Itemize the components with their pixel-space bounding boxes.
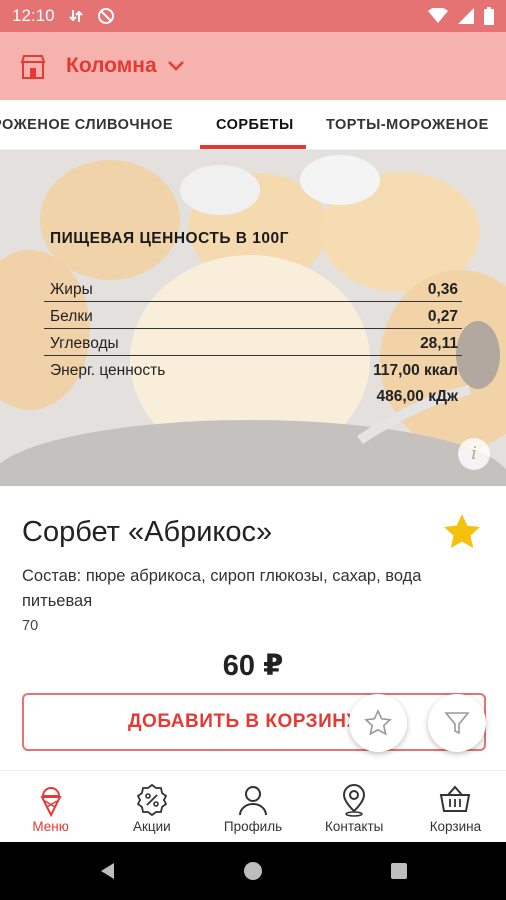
signal-icon [458,8,474,24]
add-to-cart-button[interactable]: ДОБАВИТЬ В КОРЗИНУ [22,693,486,751]
add-to-cart-label: ДОБАВИТЬ В КОРЗИНУ [128,711,359,732]
star-outline-icon [364,709,392,736]
favorite-star-icon[interactable] [442,512,482,552]
nutrition-title: ПИЩЕВАЯ ЦЕННОСТЬ В 100Г [50,230,289,247]
filter-fab[interactable] [428,694,486,752]
ice-cream-icon [39,787,62,817]
nutrition-label: Углеводы [50,335,119,352]
category-tabs: РОЖЕНОЕ СЛИВОЧНОЕ СОРБЕТЫ ТОРТЫ-МОРОЖЕНО… [0,100,506,150]
tab-ice-cream-cakes[interactable]: ТОРТЫ-МОРОЖЕНОЕ [326,100,489,150]
product-weight: 70 [22,618,39,634]
back-icon[interactable] [101,863,114,879]
nutrition-label: Жиры [50,281,93,298]
nav-profile[interactable]: Профиль [202,771,303,842]
tab-sorbets[interactable]: СОРБЕТЫ [216,100,294,150]
data-sync-icon [68,10,83,22]
percent-badge-icon [136,783,167,817]
tab-ice-cream-cream[interactable]: РОЖЕНОЕ СЛИВОЧНОЕ [0,100,188,150]
nutrition-value: 0,36 [427,281,458,298]
status-time: 12:10 [12,6,55,25]
product-composition: Состав: пюре абрикоса, сироп глюкозы, са… [22,567,422,610]
energy-kcal: 117,00 ккал [373,362,458,379]
status-bar: 12:10 [0,0,506,32]
energy-kj: 486,00 кДж [376,388,458,405]
bottom-navigation: Меню Акции Профиль Контакты Корзина [0,770,506,842]
location-pin-icon [343,784,366,817]
nutrition-row: Углеводы 28,11 [44,330,462,356]
nutrition-label: Белки [50,308,93,325]
home-icon[interactable] [244,862,262,880]
nutrition-value: 0,27 [427,308,458,325]
app-header: Коломна [0,32,506,100]
product-image: ПИЩЕВАЯ ЦЕННОСТЬ В 100Г Жиры 0,36 Белки … [0,150,506,486]
active-tab-indicator [200,145,306,149]
product-price: 60 ₽ [222,650,284,682]
energy-label: Энерг. ценность [50,362,166,379]
nav-menu[interactable]: Меню [0,771,101,842]
wifi-icon [428,8,448,23]
do-not-disturb-icon [97,8,114,24]
store-icon[interactable] [20,52,46,80]
nutrition-row: Белки 0,27 [44,303,462,329]
city-selector[interactable]: Коломна [66,54,157,78]
nutrition-row: Жиры 0,36 [44,276,462,302]
info-icon[interactable]: i [458,438,490,470]
system-navigation-bar [0,842,506,900]
basket-icon [440,785,471,812]
favorites-fab[interactable] [349,694,407,752]
user-icon [239,786,267,816]
nav-promotions[interactable]: Акции [101,771,202,842]
filter-icon [444,712,470,735]
battery-icon [484,7,494,25]
recents-icon[interactable] [391,863,407,879]
nav-contacts[interactable]: Контакты [304,771,405,842]
nutrition-value: 28,11 [420,335,458,352]
nav-cart[interactable]: Корзина [405,771,506,842]
chevron-down-icon[interactable] [167,60,185,72]
product-name: Сорбет «Абрикос» [22,516,273,548]
